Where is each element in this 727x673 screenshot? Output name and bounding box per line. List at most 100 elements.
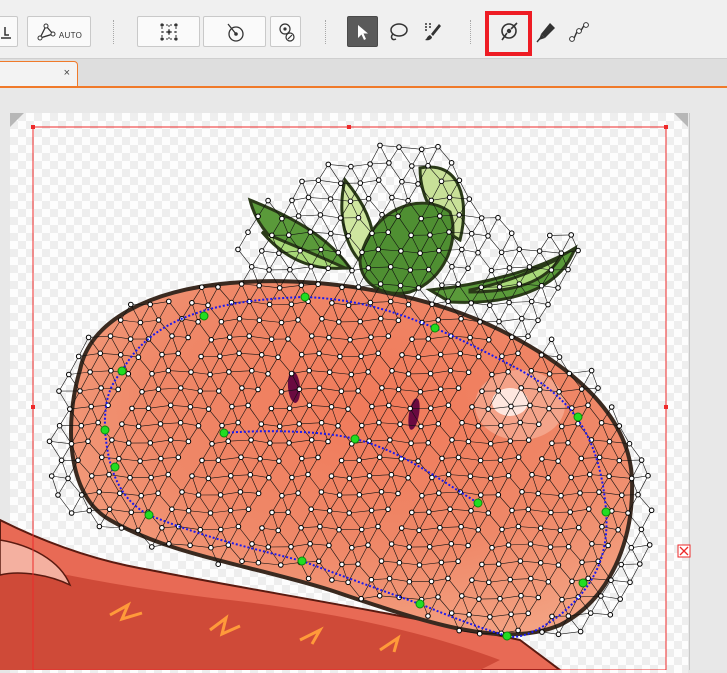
mesh-vertex[interactable]: [309, 264, 314, 269]
mesh-vertex[interactable]: [250, 542, 255, 547]
mesh-vertex[interactable]: [478, 458, 483, 463]
mesh-vertex[interactable]: [426, 337, 431, 342]
mesh-vertex[interactable]: [459, 524, 464, 529]
mesh-vertex[interactable]: [468, 335, 473, 340]
mesh-vertex[interactable]: [306, 472, 311, 477]
mesh-vertex[interactable]: [337, 320, 342, 325]
mesh-vertex[interactable]: [476, 354, 481, 359]
mesh-vertex[interactable]: [496, 215, 501, 220]
mesh-vertex[interactable]: [257, 283, 262, 288]
mesh-vertex[interactable]: [397, 560, 402, 565]
mesh-vertex[interactable]: [336, 424, 341, 429]
mesh-vertex[interactable]: [430, 302, 435, 307]
mesh-vertex[interactable]: [429, 406, 434, 411]
mesh-vertex[interactable]: [339, 181, 344, 186]
mesh-vertex[interactable]: [350, 545, 355, 550]
mesh-vertex[interactable]: [436, 595, 441, 600]
mesh-vertex[interactable]: [388, 299, 393, 304]
mesh-vertex[interactable]: [377, 420, 382, 425]
mesh-vertex[interactable]: [337, 493, 342, 498]
mesh-vertex[interactable]: [107, 472, 112, 477]
mesh-vertex[interactable]: [320, 317, 325, 322]
mesh-vertex[interactable]: [438, 387, 443, 392]
mesh-vertex[interactable]: [316, 178, 321, 183]
mesh-vertex[interactable]: [349, 164, 354, 169]
mesh-vertex[interactable]: [279, 563, 284, 568]
mesh-vertex[interactable]: [326, 439, 331, 444]
mesh-vertex[interactable]: [239, 455, 244, 460]
mesh-vertex[interactable]: [439, 560, 444, 565]
mesh-vertex[interactable]: [370, 404, 375, 409]
mesh-vertex[interactable]: [399, 526, 404, 531]
mesh-vertex[interactable]: [550, 441, 555, 446]
mesh-vertex[interactable]: [307, 403, 312, 408]
mesh-vertex[interactable]: [617, 458, 622, 463]
mesh-vertex[interactable]: [449, 611, 454, 616]
pin-point[interactable]: [118, 367, 126, 375]
mesh-vertex[interactable]: [120, 422, 125, 427]
mesh-vertex[interactable]: [447, 230, 452, 235]
mesh-vertex[interactable]: [259, 353, 264, 358]
mesh-vertex[interactable]: [579, 456, 584, 461]
mesh-vertex[interactable]: [490, 545, 495, 550]
mesh-vertex[interactable]: [286, 337, 291, 342]
mesh-vertex[interactable]: [277, 424, 282, 429]
pin-point[interactable]: [574, 413, 582, 421]
mesh-vertex[interactable]: [186, 508, 191, 513]
mesh-vertex[interactable]: [348, 338, 353, 343]
mesh-vertex[interactable]: [288, 267, 293, 272]
mesh-vertex[interactable]: [346, 303, 351, 308]
mesh-vertex[interactable]: [456, 386, 461, 391]
mesh-vertex[interactable]: [620, 493, 625, 498]
mesh-vertex[interactable]: [458, 351, 463, 356]
mesh-vertex[interactable]: [326, 162, 331, 167]
mesh-vertex[interactable]: [98, 351, 103, 356]
mesh-vertex[interactable]: [266, 198, 271, 203]
mesh-vertex[interactable]: [140, 390, 145, 395]
mesh-vertex[interactable]: [487, 338, 492, 343]
mesh-vertex[interactable]: [427, 545, 432, 550]
mesh-vertex[interactable]: [316, 282, 321, 287]
pin-point[interactable]: [145, 511, 153, 519]
mesh-vertex[interactable]: [220, 423, 225, 428]
mesh-vertex[interactable]: [126, 441, 131, 446]
mesh-vertex[interactable]: [477, 597, 482, 602]
mesh-vertex[interactable]: [290, 475, 295, 480]
mesh-vertex[interactable]: [307, 368, 312, 373]
mesh-vertex[interactable]: [496, 389, 501, 394]
mesh-vertex[interactable]: [90, 474, 95, 479]
mesh-vertex[interactable]: [200, 458, 205, 463]
mesh-vertex[interactable]: [416, 182, 421, 187]
mesh-vertex[interactable]: [616, 528, 621, 533]
mesh-vertex[interactable]: [440, 283, 445, 288]
mesh-vertex[interactable]: [539, 283, 544, 288]
mesh-vertex[interactable]: [317, 351, 322, 356]
mesh-vertex[interactable]: [266, 372, 271, 377]
mesh-vertex[interactable]: [167, 299, 172, 304]
mesh-vertex[interactable]: [636, 492, 641, 497]
mesh-vertex[interactable]: [359, 354, 364, 359]
mesh-vertex[interactable]: [230, 404, 235, 409]
mesh-vertex[interactable]: [280, 493, 285, 498]
mesh-vertex[interactable]: [390, 369, 395, 374]
mesh-vertex[interactable]: [277, 251, 282, 256]
mesh-vertex[interactable]: [279, 320, 284, 325]
mesh-vertex[interactable]: [138, 320, 143, 325]
mesh-vertex[interactable]: [327, 370, 332, 375]
mesh-vertex[interactable]: [528, 542, 533, 547]
mesh-vertex[interactable]: [428, 371, 433, 376]
mesh-vertex[interactable]: [548, 545, 553, 550]
mesh-vertex[interactable]: [179, 386, 184, 391]
mesh-vertex[interactable]: [68, 407, 73, 412]
mesh-vertex[interactable]: [446, 403, 451, 408]
mesh-vertex[interactable]: [297, 387, 302, 392]
mesh-vertex[interactable]: [486, 511, 491, 516]
mesh-vertex[interactable]: [528, 403, 533, 408]
mesh-vertex[interactable]: [86, 335, 91, 340]
mesh-vertex[interactable]: [497, 285, 502, 290]
mesh-vertex[interactable]: [236, 247, 241, 252]
mesh-vertex[interactable]: [639, 458, 644, 463]
mesh-vertex[interactable]: [476, 250, 481, 255]
mesh-vertex[interactable]: [460, 594, 465, 599]
mesh-vertex[interactable]: [560, 424, 565, 429]
